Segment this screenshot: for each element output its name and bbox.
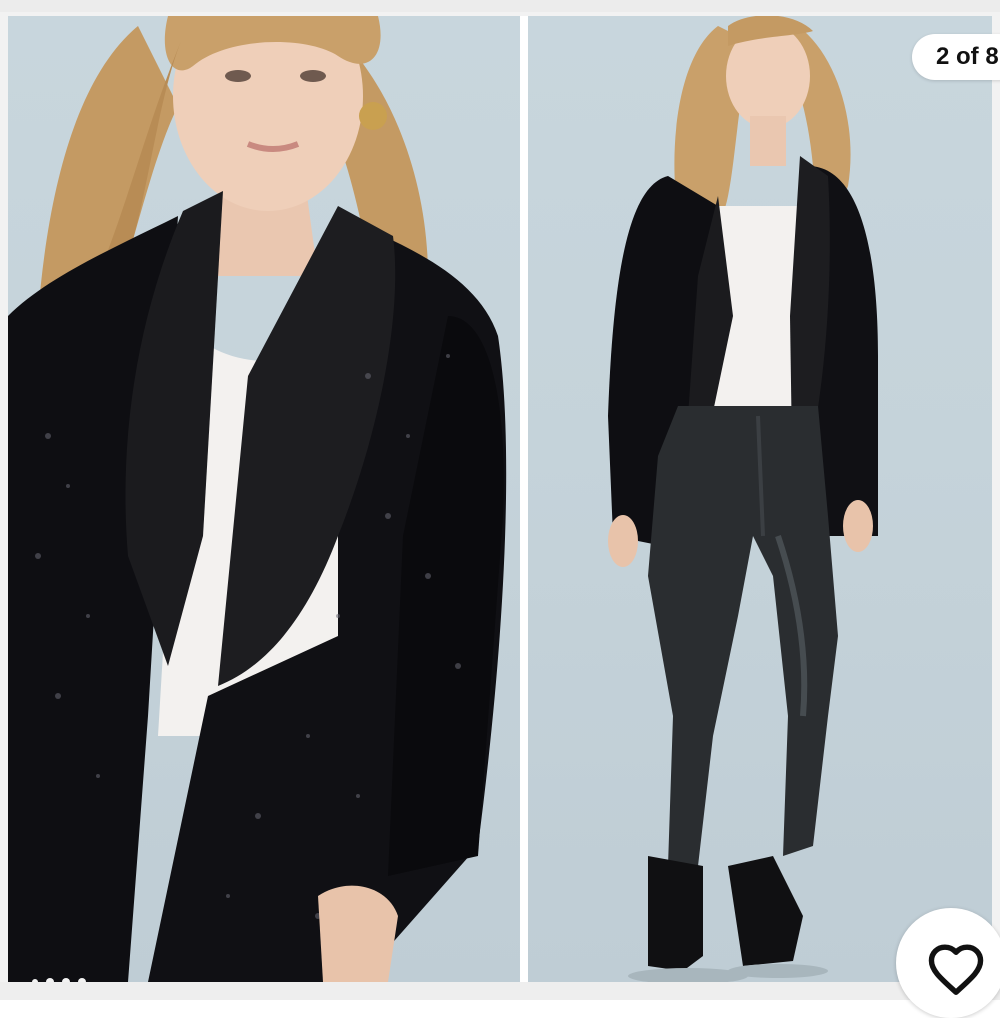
image-counter-text: 2 of 8	[936, 43, 999, 70]
photo-divider	[520, 16, 528, 982]
like-button[interactable]	[896, 908, 1000, 1018]
gallery-top-edge	[0, 0, 1000, 12]
gallery-bottom-edge	[0, 982, 1000, 1000]
product-photo-closeup[interactable]	[8, 16, 520, 982]
closeup-illustration	[8, 16, 507, 982]
product-photo-full-body[interactable]	[528, 16, 992, 982]
image-counter-badge: 2 of 8	[912, 34, 1000, 80]
full-body-illustration	[608, 16, 878, 982]
photo-gallery[interactable]: 2 of 8	[0, 0, 1000, 1018]
heart-outline-icon	[928, 944, 984, 996]
